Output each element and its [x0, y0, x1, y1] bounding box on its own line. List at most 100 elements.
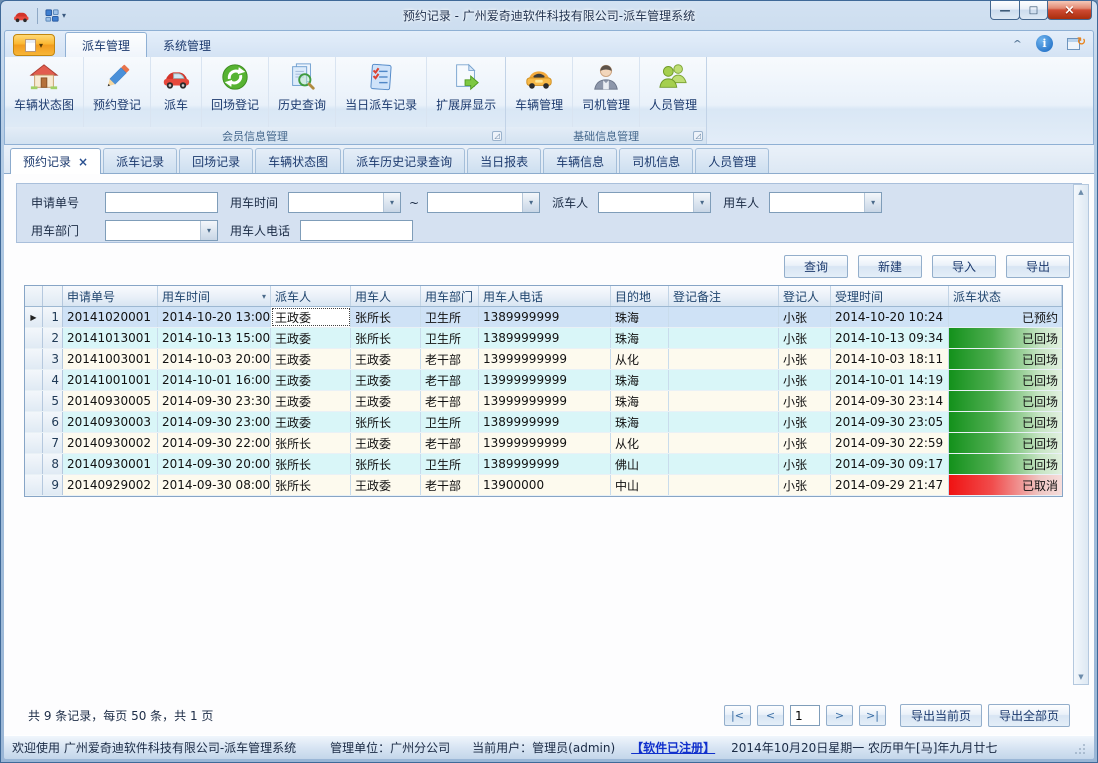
- info-icon[interactable]: i: [1036, 35, 1053, 52]
- import-button[interactable]: 导入: [932, 255, 996, 278]
- export-current-page-button[interactable]: 导出当前页: [900, 704, 982, 727]
- ribbon-button-driver-management[interactable]: 司机管理: [573, 57, 640, 127]
- table-row-5[interactable]: 5201409300052014-09-30 23:30王政委王政委老干部139…: [25, 391, 1062, 412]
- doc-tab-label: 司机信息: [632, 153, 680, 170]
- chevron-down-icon[interactable]: ▾: [693, 193, 710, 212]
- table-row-6[interactable]: 6201409300032014-09-30 23:00王政委张所长卫生所138…: [25, 412, 1062, 433]
- column-header-department[interactable]: 用车部门: [421, 286, 479, 306]
- ribbon-button-extended-screen[interactable]: 扩展屏显示: [427, 57, 505, 127]
- cell-request_no: 20140930001: [63, 454, 158, 474]
- row-number: 9: [43, 475, 63, 495]
- request-no-input[interactable]: [105, 192, 218, 213]
- use-time-to-combo[interactable]: ▾: [427, 192, 540, 213]
- cell-destination: 珠海: [611, 412, 669, 432]
- ribbon-tab-system[interactable]: 系统管理: [147, 33, 227, 57]
- license-link[interactable]: 【软件已注册】: [631, 739, 715, 756]
- table-row-1[interactable]: ▶1201410200012014-10-20 13:00王政委张所长卫生所13…: [25, 307, 1062, 328]
- cell-dispatcher: 王政委: [271, 391, 351, 411]
- doc-tab-driver-info[interactable]: 司机信息: [619, 148, 693, 173]
- department-combo[interactable]: ▾: [105, 220, 218, 241]
- theme-icon[interactable]: ↻: [1067, 36, 1085, 52]
- maximize-button[interactable]: □: [1019, 1, 1048, 20]
- doc-tab-reservation-records[interactable]: 预约记录×: [10, 148, 101, 174]
- doc-tab-daily-report[interactable]: 当日报表: [467, 148, 541, 173]
- user-combo[interactable]: ▾: [769, 192, 882, 213]
- dialog-launcher-icon[interactable]: ◿: [492, 131, 502, 141]
- ribbon-button-reservation-register[interactable]: 预约登记: [84, 57, 151, 127]
- ribbon-button-dispatch-car[interactable]: 派车: [151, 57, 202, 127]
- collapse-ribbon-icon[interactable]: ^: [1013, 38, 1022, 48]
- cell-department: 卫生所: [421, 412, 479, 432]
- column-header-request_no[interactable]: 申请单号: [63, 286, 158, 306]
- sort-caret-icon[interactable]: ▾: [262, 292, 266, 301]
- scroll-up-icon[interactable]: ▲: [1078, 185, 1083, 199]
- table-row-3[interactable]: 3201410030012014-10-03 20:00王政委王政委老干部139…: [25, 349, 1062, 370]
- new-button[interactable]: 新建: [858, 255, 922, 278]
- column-header-status[interactable]: 派车状态: [949, 286, 1062, 306]
- doc-tab-close-icon[interactable]: ×: [78, 155, 88, 169]
- column-header-remark[interactable]: 登记备注: [669, 286, 779, 306]
- column-header-registrar[interactable]: 登记人: [779, 286, 831, 306]
- prev-page-button[interactable]: <: [757, 705, 784, 726]
- query-button[interactable]: 查询: [784, 255, 848, 278]
- app-window: ▾ 预约记录 - 广州爱奇迪软件科技有限公司-派车管理系统 — □ × ▾ 派车…: [0, 0, 1098, 763]
- vertical-scrollbar[interactable]: ▲ ▼: [1073, 184, 1089, 685]
- doc-tab-label: 当日报表: [480, 153, 528, 170]
- cell-dispatcher: 张所长: [271, 454, 351, 474]
- cell-remark: [669, 433, 779, 453]
- doc-tab-dispatch-records[interactable]: 派车记录: [103, 148, 177, 173]
- resize-grip-icon[interactable]: [1074, 742, 1086, 754]
- table-header-row: 申请单号用车时间▾派车人用车人用车部门用车人电话目的地登记备注登记人受理时间派车…: [25, 286, 1062, 307]
- app-menu-button[interactable]: ▾: [13, 34, 55, 56]
- column-header-accept_time[interactable]: 受理时间: [831, 286, 949, 306]
- doc-tab-vehicle-info[interactable]: 车辆信息: [543, 148, 617, 173]
- use-time-from-combo[interactable]: ▾: [288, 192, 401, 213]
- dialog-launcher-icon[interactable]: ◿: [693, 131, 703, 141]
- table-row-8[interactable]: 8201409300012014-09-30 20:00张所长张所长卫生所138…: [25, 454, 1062, 475]
- doc-tab-personnel-management[interactable]: 人员管理: [695, 148, 769, 173]
- table-row-2[interactable]: 2201410130012014-10-13 15:00王政委张所长卫生所138…: [25, 328, 1062, 349]
- dispatcher-combo[interactable]: ▾: [598, 192, 711, 213]
- cell-request_no: 20141013001: [63, 328, 158, 348]
- focused-cell-dispatcher[interactable]: 王政委: [271, 307, 351, 327]
- chevron-down-icon[interactable]: ▾: [864, 193, 881, 212]
- table-row-4[interactable]: 4201410010012014-10-01 16:00王政委王政委老干部139…: [25, 370, 1062, 391]
- doc-tab-dispatch-history-query[interactable]: 派车历史记录查询: [343, 148, 465, 173]
- ribbon-button-history-query[interactable]: 历史查询: [269, 57, 336, 127]
- minimize-button[interactable]: —: [990, 1, 1020, 20]
- column-header-phone[interactable]: 用车人电话: [479, 286, 611, 306]
- scroll-down-icon[interactable]: ▼: [1078, 670, 1083, 684]
- ribbon-button-personnel-management[interactable]: 人员管理: [640, 57, 706, 127]
- export-all-pages-button[interactable]: 导出全部页: [988, 704, 1070, 727]
- ribbon-button-return-register[interactable]: 回场登记: [202, 57, 269, 127]
- ribbon-button-vehicle-management[interactable]: 车辆管理: [506, 57, 573, 127]
- doc-tab-vehicle-status-map[interactable]: 车辆状态图: [255, 148, 341, 173]
- titlebar: ▾ 预约记录 - 广州爱奇迪软件科技有限公司-派车管理系统 — □ ×: [4, 1, 1094, 30]
- column-header-dispatcher[interactable]: 派车人: [271, 286, 351, 306]
- managing-unit-text: 管理单位：广州分公司: [330, 739, 450, 756]
- table-row-7[interactable]: 7201409300022014-09-30 22:00张所长王政委老干部139…: [25, 433, 1062, 454]
- cell-user: 张所长: [351, 454, 421, 474]
- first-page-button[interactable]: |<: [724, 705, 751, 726]
- next-page-button[interactable]: >: [826, 705, 853, 726]
- cell-destination: 珠海: [611, 370, 669, 390]
- cell-registrar: 小张: [779, 391, 831, 411]
- column-header-use_time[interactable]: 用车时间▾: [158, 286, 271, 306]
- cell-use_time: 2014-09-30 20:00: [158, 454, 271, 474]
- ribbon-button-today-dispatch-records[interactable]: 当日派车记录: [336, 57, 427, 127]
- chevron-down-icon[interactable]: ▾: [200, 221, 217, 240]
- ribbon-button-vehicle-status-map[interactable]: 车辆状态图: [5, 57, 84, 127]
- table-row-9[interactable]: 9201409290022014-09-30 08:00张所长王政委老干部139…: [25, 475, 1062, 496]
- export-button[interactable]: 导出: [1006, 255, 1070, 278]
- column-header-destination[interactable]: 目的地: [611, 286, 669, 306]
- column-header-user[interactable]: 用车人: [351, 286, 421, 306]
- quick-access-grid-icon[interactable]: ▾: [45, 8, 66, 23]
- last-page-button[interactable]: >|: [859, 705, 886, 726]
- doc-tab-return-records[interactable]: 回场记录: [179, 148, 253, 173]
- page-number-input[interactable]: [790, 705, 820, 726]
- chevron-down-icon[interactable]: ▾: [522, 193, 539, 212]
- chevron-down-icon[interactable]: ▾: [383, 193, 400, 212]
- ribbon-tab-dispatch[interactable]: 派车管理: [65, 32, 147, 57]
- close-button[interactable]: ×: [1047, 1, 1092, 20]
- phone-input[interactable]: [300, 220, 413, 241]
